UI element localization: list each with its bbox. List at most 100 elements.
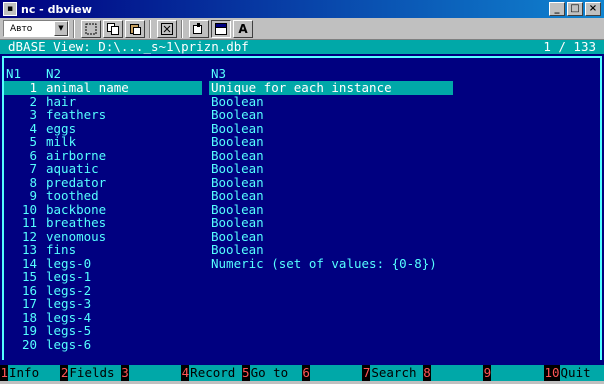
fkey-4[interactable]: 4 Record: [181, 365, 242, 381]
fkey-8[interactable]: 8: [423, 365, 484, 381]
table-row[interactable]: 13 fins Boolean: [0, 243, 604, 257]
row-number: 7: [29, 161, 37, 176]
properties-icon[interactable]: [189, 19, 209, 38]
table-row-selected[interactable]: 1 animal name Unique for each instance: [0, 81, 604, 95]
dropdown-arrow-icon[interactable]: ▼: [54, 21, 68, 36]
field-name: legs-4: [46, 309, 92, 325]
field-description: Unique for each instance: [211, 80, 392, 95]
table-row[interactable]: 9 toothed Boolean: [0, 189, 604, 203]
table-row[interactable]: 20 legs-6: [0, 336, 604, 352]
table-row[interactable]: 19 legs-5: [0, 324, 604, 338]
fkey-7[interactable]: 7 Search: [362, 365, 423, 381]
app-icon[interactable]: ▪: [3, 2, 17, 16]
fkey-number: 4: [181, 365, 190, 380]
fkey-2[interactable]: 2 Fields: [60, 365, 121, 381]
font-size-select[interactable]: Авто ▼: [3, 20, 69, 37]
row-number: 12: [21, 228, 37, 244]
table-row[interactable]: 4 eggs Boolean: [0, 120, 604, 136]
field-name: milk: [46, 134, 77, 149]
table-row[interactable]: 5 milk Boolean: [0, 135, 604, 149]
field-description: Boolean: [211, 134, 264, 149]
toolbar-separator: [181, 19, 183, 38]
row-number: 20: [21, 336, 37, 352]
file-path: dBASE View: D:\..._s~1\prizn.dbf: [8, 39, 249, 54]
record-position: 1 / 133: [543, 39, 596, 54]
field-description: Boolean: [211, 174, 264, 190]
field-description: Boolean: [211, 188, 264, 203]
field-name: feathers: [46, 107, 107, 122]
fkey-3[interactable]: 3: [121, 365, 182, 381]
fkey-label: [430, 365, 484, 381]
table-row[interactable]: 10 backbone Boolean: [0, 201, 604, 217]
fullscreen-icon[interactable]: [157, 19, 177, 38]
title-bar: ▪ nc - dbview _ □ ×: [0, 0, 604, 18]
field-name: aquatic: [46, 161, 99, 176]
table-row[interactable]: 17 legs-3: [0, 297, 604, 311]
field-name: legs-2: [46, 282, 92, 298]
field-name: legs-3: [46, 296, 92, 311]
close-button[interactable]: ×: [585, 2, 601, 16]
fkey-9[interactable]: 9: [483, 365, 544, 381]
background-icon[interactable]: [211, 19, 231, 38]
table-row[interactable]: 6 airborne Boolean: [0, 147, 604, 163]
toolbar-separator: [149, 19, 151, 38]
field-description: Boolean: [211, 215, 264, 230]
table-row[interactable]: 11 breathes Boolean: [0, 216, 604, 230]
field-name: eggs: [46, 120, 77, 136]
field-description: Boolean: [211, 107, 264, 122]
fkey-number: 5: [242, 365, 250, 380]
fkey-1[interactable]: 1 Info: [0, 365, 61, 381]
column-header-n1: N1: [6, 66, 22, 81]
table-row[interactable]: 15 legs-1: [0, 270, 604, 284]
font-button[interactable]: A: [233, 19, 253, 38]
field-description: Numeric (set of values: {0-8}): [211, 255, 437, 271]
fkey-6[interactable]: 6: [302, 365, 363, 381]
table-row[interactable]: 18 legs-4: [0, 309, 604, 325]
view-header: dBASE View: D:\..._s~1\prizn.dbf 1 / 133: [0, 40, 604, 54]
fkey-10[interactable]: 10 Quit: [544, 365, 604, 381]
table-row[interactable]: 7 aquatic Boolean: [0, 162, 604, 176]
fkey-5[interactable]: 5 Go to: [242, 365, 302, 381]
row-number: 19: [21, 323, 37, 338]
fkey-label: Quit: [559, 365, 604, 381]
fkey-label: Search: [370, 365, 423, 381]
field-name: airborne: [46, 147, 107, 163]
table-row[interactable]: 3 feathers Boolean: [0, 108, 604, 122]
table-row[interactable]: 8 predator Boolean: [0, 174, 604, 190]
field-name: legs-6: [46, 336, 92, 352]
row-number: 10: [21, 201, 37, 217]
fkey-number: 7: [362, 365, 371, 380]
fkey-label: [309, 365, 363, 381]
field-description: Boolean: [211, 201, 264, 217]
fkey-label: Go to: [249, 365, 302, 381]
row-number: 4: [29, 120, 37, 136]
fkey-label: [491, 365, 544, 381]
paste-icon[interactable]: [125, 19, 145, 38]
field-name: animal name: [46, 80, 129, 95]
row-number: 13: [21, 242, 37, 257]
field-name: predator: [46, 174, 107, 190]
mark-icon[interactable]: [81, 19, 101, 38]
console-area: dBASE View: D:\..._s~1\prizn.dbf 1 / 133…: [0, 40, 604, 384]
row-number: 3: [29, 107, 37, 122]
column-header-n3: N3: [211, 66, 227, 81]
table-row[interactable]: 2 hair Boolean: [0, 94, 604, 109]
copy-icon[interactable]: [103, 19, 123, 38]
fkey-label: [128, 365, 182, 381]
row-number: 18: [21, 309, 37, 325]
fkey-number: 3: [121, 365, 129, 380]
table-row[interactable]: 12 venomous Boolean: [0, 228, 604, 244]
field-name: legs-5: [46, 323, 92, 338]
row-number: 1: [29, 80, 37, 95]
fkey-number: 1: [0, 365, 8, 380]
field-name: backbone: [46, 201, 107, 217]
minimize-button[interactable]: _: [549, 2, 565, 16]
field-name: breathes: [46, 215, 107, 230]
table-row[interactable]: 16 legs-2: [0, 282, 604, 298]
toolbar: Авто ▼ A: [0, 18, 604, 40]
table-row[interactable]: 14 legs-0 Numeric (set of values: {0-8}): [0, 255, 604, 271]
fkey-number: 9: [483, 365, 492, 380]
maximize-button[interactable]: □: [567, 2, 583, 16]
fkey-number: 8: [423, 365, 431, 380]
window-title: nc - dbview: [21, 2, 92, 16]
